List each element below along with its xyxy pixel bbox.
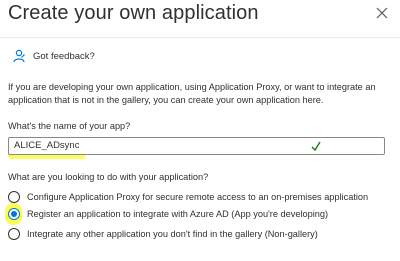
app-name-value: ALICE_ADsync	[14, 140, 80, 151]
header-divider	[0, 37, 400, 38]
description-text: If you are developing your own applicati…	[8, 82, 376, 105]
close-icon[interactable]	[374, 5, 390, 21]
radio-app-proxy[interactable]	[8, 191, 20, 203]
option-non-gallery[interactable]: Integrate any other application you don'…	[8, 228, 318, 240]
option-label: Integrate any other application you don'…	[27, 229, 318, 239]
feedback-label: Got feedback?	[33, 50, 95, 62]
option-label: Configure Application Proxy for secure r…	[27, 192, 369, 202]
option-label: Register an application to integrate wit…	[27, 209, 329, 219]
checkmark-icon	[311, 141, 321, 152]
feedback-person-icon	[13, 49, 25, 63]
feedback-link[interactable]: Got feedback?	[12, 48, 95, 64]
option-register-app[interactable]: Register an application to integrate wit…	[8, 208, 328, 220]
radio-register-app[interactable]	[8, 208, 20, 220]
app-name-question: What's the name of your app?	[8, 121, 131, 131]
panel-title: Create your own application	[8, 2, 259, 24]
purpose-question: What are you looking to do with your app…	[8, 172, 209, 182]
radio-non-gallery[interactable]	[8, 228, 20, 240]
option-app-proxy[interactable]: Configure Application Proxy for secure r…	[8, 191, 368, 203]
